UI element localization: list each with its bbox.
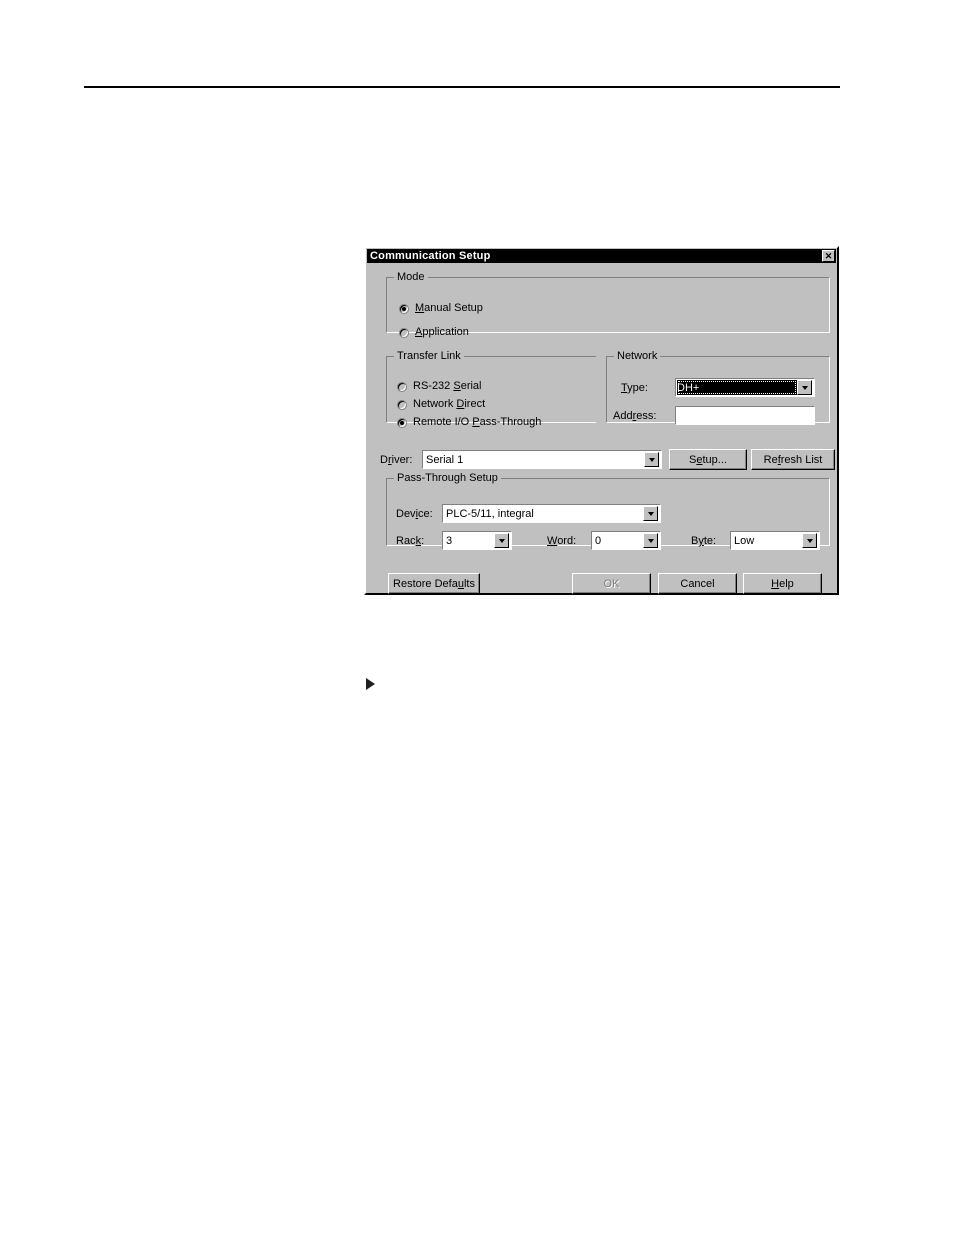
- word-combo[interactable]: 0: [591, 531, 661, 550]
- network-type-value: DH+: [677, 381, 700, 394]
- chevron-down-icon[interactable]: [494, 533, 509, 548]
- refresh-list-button[interactable]: Refresh List: [751, 449, 835, 470]
- network-type-selection: DH+: [677, 380, 797, 395]
- chevron-down-icon[interactable]: [643, 506, 658, 521]
- chevron-down-icon[interactable]: [644, 452, 659, 467]
- dialog-titlebar[interactable]: Communication Setup ✕: [367, 249, 836, 263]
- page-header-rule: [84, 86, 840, 88]
- radio-manual-setup-indicator[interactable]: [399, 303, 409, 314]
- word-value: 0: [595, 534, 602, 547]
- byte-value: Low: [734, 534, 755, 547]
- network-address-label: Address:: [613, 410, 657, 422]
- radio-network-direct[interactable]: Network Direct: [397, 399, 485, 410]
- cancel-button-label: Cancel: [680, 577, 715, 590]
- radio-manual-setup[interactable]: Manual Setup: [399, 303, 483, 314]
- byte-label: Byte:: [691, 535, 717, 547]
- radio-application[interactable]: Application: [399, 327, 469, 338]
- device-value: PLC-5/11, integral: [446, 507, 534, 520]
- ok-button[interactable]: OK: [572, 573, 651, 594]
- chevron-down-icon[interactable]: [797, 380, 812, 395]
- help-button[interactable]: Help: [743, 573, 822, 594]
- driver-combo[interactable]: Serial 1: [422, 450, 662, 469]
- close-icon[interactable]: ✕: [822, 250, 835, 262]
- mode-group-label: Mode: [394, 271, 428, 283]
- help-button-label: Help: [771, 577, 794, 590]
- radio-remote-io-pass-through[interactable]: Remote I/O Pass-Through: [397, 417, 541, 428]
- rack-label: Rack:: [396, 535, 425, 547]
- byte-combo[interactable]: Low: [730, 531, 820, 550]
- bullet-triangle-icon: [366, 678, 375, 690]
- chevron-down-icon[interactable]: [643, 533, 658, 548]
- radio-application-label: Application: [415, 326, 469, 338]
- restore-defaults-button[interactable]: Restore Defaults: [388, 573, 480, 594]
- driver-label: Driver:: [380, 454, 413, 466]
- rack-value: 3: [446, 534, 453, 547]
- network-address-input[interactable]: [675, 406, 815, 425]
- radio-application-indicator[interactable]: [399, 327, 409, 338]
- device-label: Device:: [396, 508, 433, 520]
- restore-defaults-button-label: Restore Defaults: [393, 577, 475, 590]
- communication-setup-dialog: Communication Setup ✕ Mode Manual Setup …: [364, 246, 839, 595]
- radio-remote-io-pass-through-indicator[interactable]: [397, 417, 407, 428]
- setup-button-label: Setup...: [689, 453, 727, 466]
- ok-button-label: OK: [603, 577, 620, 590]
- transfer-link-group-label: Transfer Link: [394, 350, 464, 362]
- radio-network-direct-label: Network Direct: [413, 398, 486, 410]
- rack-combo[interactable]: 3: [442, 531, 512, 550]
- refresh-list-button-label: Refresh List: [763, 453, 823, 466]
- word-label: Word:: [547, 535, 577, 547]
- cancel-button[interactable]: Cancel: [658, 573, 737, 594]
- radio-rs232-serial-indicator[interactable]: [397, 381, 407, 392]
- setup-button[interactable]: Setup...: [669, 449, 747, 470]
- radio-remote-io-pass-through-label: Remote I/O Pass-Through: [413, 416, 542, 428]
- driver-value: Serial 1: [426, 453, 464, 466]
- network-type-label: Type:: [621, 382, 648, 394]
- dialog-title: Communication Setup: [370, 250, 491, 262]
- radio-network-direct-indicator[interactable]: [397, 399, 407, 410]
- network-type-combo[interactable]: DH+: [675, 378, 815, 397]
- radio-rs232-serial-label: RS-232 Serial: [413, 380, 482, 392]
- dialog-body: Mode Manual Setup Application Transfer L…: [366, 263, 837, 594]
- radio-manual-setup-label: Manual Setup: [415, 302, 483, 314]
- network-group-label: Network: [614, 350, 661, 362]
- chevron-down-icon[interactable]: [802, 533, 817, 548]
- radio-rs232-serial[interactable]: RS-232 Serial: [397, 381, 482, 392]
- pass-through-setup-group-label: Pass-Through Setup: [394, 472, 501, 484]
- device-combo[interactable]: PLC-5/11, integral: [442, 504, 661, 523]
